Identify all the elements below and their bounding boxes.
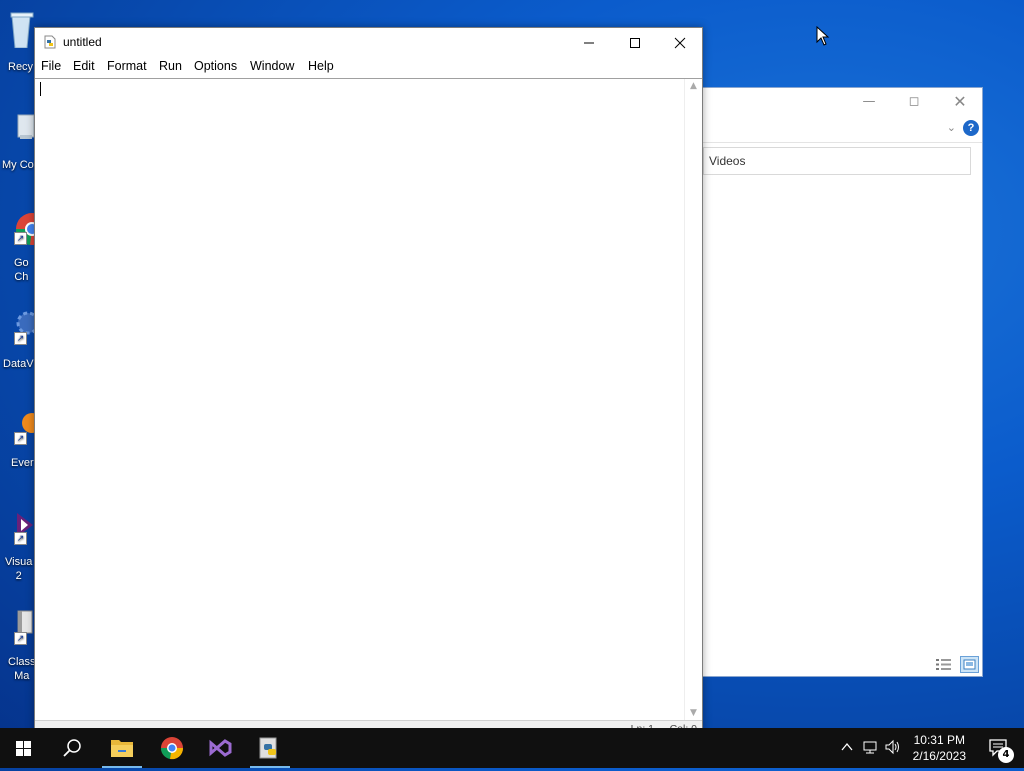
idle-title-bar[interactable]: untitled [35, 28, 702, 56]
menu-run[interactable]: Run [159, 59, 182, 73]
desktop-icon-label: Go Ch [14, 257, 29, 283]
close-icon[interactable]: ✕ [952, 94, 968, 110]
close-icon [674, 37, 686, 48]
minimize-icon [584, 42, 594, 43]
windows-logo-icon [16, 741, 31, 756]
notification-count-badge: 4 [998, 747, 1014, 763]
desktop-icon-visual-studio[interactable]: ↗ Visua 2 [0, 505, 34, 582]
folder-icon [111, 740, 133, 757]
desktop-icon-label: DataV [3, 358, 34, 370]
menu-help[interactable]: Help [308, 59, 334, 73]
volume-icon[interactable] [884, 739, 902, 758]
help-icon[interactable]: ? [963, 120, 979, 136]
clock-date: 2/16/2023 [912, 749, 966, 763]
menu-window[interactable]: Window [250, 59, 294, 73]
explorer-ribbon: ⌄ ? [701, 116, 982, 143]
vertical-scrollbar[interactable]: ▲ ▼ [684, 79, 702, 720]
menu-bar: File Edit Format Run Options Window Help [35, 56, 702, 79]
mouse-pointer-icon [816, 25, 830, 49]
desktop-icon-datav[interactable]: ↗ DataV [0, 305, 40, 370]
desktop-icon-label: Recy [8, 61, 34, 73]
maximize-icon [630, 37, 640, 48]
clock[interactable]: 10:31 PM 2/16/2023 [913, 732, 966, 764]
chevron-down-icon[interactable]: ⌄ [947, 121, 956, 134]
magnifier-icon: ↗ [0, 405, 42, 445]
taskbar-file-explorer[interactable] [98, 728, 146, 768]
shortcut-arrow-icon: ↗ [14, 532, 27, 545]
desktop-icon-my-computer[interactable]: My Co [0, 105, 35, 171]
scroll-up-icon[interactable]: ▲ [685, 81, 702, 91]
start-button[interactable] [0, 728, 48, 768]
chrome-icon: ↗ [0, 205, 48, 245]
desktop-icon-label: Visua 2 [5, 556, 33, 582]
taskbar-chrome[interactable] [148, 728, 196, 768]
text-caret [40, 82, 41, 96]
computer-icon [0, 105, 35, 145]
book-icon: ↗ [0, 605, 34, 645]
visual-studio-icon: ↗ [0, 505, 34, 545]
shortcut-arrow-icon: ↗ [14, 632, 27, 645]
chrome-icon [160, 737, 184, 760]
taskbar-python-idle[interactable] [246, 728, 294, 768]
scroll-down-icon[interactable]: ▼ [685, 708, 702, 718]
shortcut-arrow-icon: ↗ [14, 432, 27, 445]
menu-format[interactable]: Format [107, 59, 147, 73]
python-icon [259, 737, 277, 759]
desktop-icon-label: My Co [2, 159, 34, 171]
desktop-icon-everything[interactable]: ↗ Ever [0, 405, 42, 469]
taskbar-visual-studio[interactable] [197, 728, 245, 768]
minimize-icon[interactable]: — [861, 94, 877, 110]
gear-icon: ↗ [0, 305, 40, 345]
explorer-title-bar[interactable]: — ◻ ✕ [701, 88, 982, 116]
chevron-up-icon[interactable] [840, 740, 854, 757]
search-button[interactable] [48, 728, 96, 768]
maximize-icon[interactable]: ◻ [906, 94, 922, 110]
system-tray [836, 728, 906, 768]
address-bar[interactable]: Videos [703, 147, 971, 175]
menu-edit[interactable]: Edit [73, 59, 95, 73]
desktop-icon-label: Class Ma [8, 656, 36, 682]
code-editor-area[interactable] [35, 79, 686, 720]
network-icon[interactable] [862, 739, 878, 758]
large-icons-view-icon[interactable] [960, 656, 979, 673]
window-title: untitled [63, 35, 102, 49]
desktop-icon-class-manager[interactable]: ↗ Class Ma [0, 605, 36, 682]
idle-editor-window[interactable]: untitled File Edit Format Run Options Wi… [34, 27, 703, 739]
close-button[interactable] [657, 28, 703, 56]
desktop-icon-label: Ever [11, 457, 34, 469]
python-file-icon [43, 35, 57, 49]
explorer-window[interactable]: — ◻ ✕ ⌄ ? Videos [700, 87, 983, 677]
shortcut-arrow-icon: ↗ [14, 232, 27, 245]
menu-options[interactable]: Options [194, 59, 237, 73]
maximize-button[interactable] [612, 28, 658, 56]
search-icon [63, 739, 81, 757]
recycle-bin-icon [0, 8, 34, 49]
minimize-button[interactable] [566, 28, 612, 56]
view-buttons [931, 656, 979, 673]
menu-file[interactable]: File [41, 59, 61, 73]
taskbar: 10:31 PM 2/16/2023 4 [0, 728, 1024, 768]
desktop-icon-google-chrome[interactable]: ↗ Go Ch [0, 205, 48, 283]
desktop-icon-recycle-bin[interactable]: Recy [0, 8, 34, 73]
shortcut-arrow-icon: ↗ [14, 332, 27, 345]
visual-studio-icon [209, 739, 232, 757]
details-view-icon[interactable] [934, 656, 953, 673]
clock-time: 10:31 PM [913, 733, 965, 747]
